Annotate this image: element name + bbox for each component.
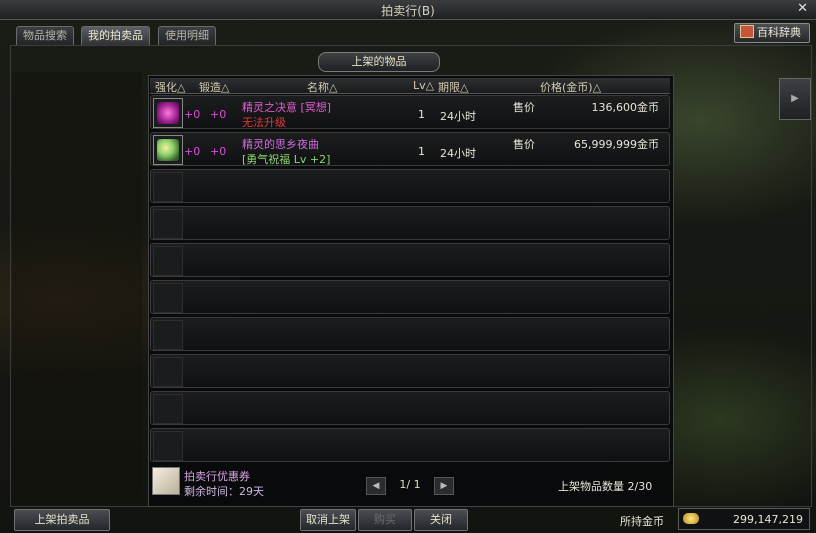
next-page-button[interactable]: ▶	[434, 477, 454, 495]
list-item-button[interactable]: 上架拍卖品	[14, 509, 110, 531]
empty-listing-row	[150, 354, 670, 388]
header-name[interactable]: 名称△	[307, 79, 337, 95]
listing-row[interactable]: +0 +0 精灵之决意 [冥想] 无法升级 1 24小时 售价 136,600金…	[150, 95, 670, 129]
empty-listing-row	[150, 428, 670, 462]
item-forge: +0	[210, 108, 227, 121]
prev-page-button[interactable]: ◀	[366, 477, 386, 495]
tab-usage-details[interactable]: 使用明细	[158, 26, 216, 45]
listing-count: 上架物品数量 2/30	[558, 480, 653, 493]
listing-row[interactable]: +0 +0 精灵的思乡夜曲 [勇气祝福 Lv +2] 1 24小时 售价 65,…	[150, 132, 670, 166]
gold-display: 299,147,219	[678, 508, 810, 530]
gold-amount: 299,147,219	[733, 513, 803, 526]
coupon-remaining: 剩余时间：29天	[184, 485, 264, 498]
header-period[interactable]: 期限△	[438, 79, 468, 95]
empty-listing-row	[150, 391, 670, 425]
cancel-listing-button[interactable]: 取消上架	[300, 509, 356, 531]
item-subtext: [勇气祝福 Lv +2]	[242, 153, 331, 166]
coupon-icon[interactable]	[152, 467, 180, 495]
item-slot	[153, 98, 183, 128]
empty-listing-row	[150, 280, 670, 314]
item-name: 精灵的思乡夜曲	[242, 138, 319, 151]
item-slot	[153, 246, 183, 276]
spirit-nocturne-icon	[157, 139, 179, 161]
item-price: 136,600金币	[591, 101, 660, 114]
empty-listing-row	[150, 317, 670, 351]
wiki-button-label: 百科辞典	[757, 26, 801, 39]
close-button[interactable]: 关闭	[414, 509, 468, 531]
item-slot	[153, 394, 183, 424]
empty-listing-row	[150, 206, 670, 240]
item-level: 1	[418, 145, 425, 158]
tab-item-search[interactable]: 物品搜索	[16, 26, 74, 45]
item-slot	[153, 135, 183, 165]
spirit-resolve-icon	[157, 102, 179, 124]
item-slot	[153, 357, 183, 387]
empty-listing-row	[150, 243, 670, 277]
listing-table-header: 强化△ 锻造△ 名称△ Lv△ 期限△ 价格(金币)△	[150, 78, 670, 94]
buy-button[interactable]: 购买	[358, 509, 412, 531]
item-name: 精灵之决意 [冥想]	[242, 101, 332, 114]
item-slot	[153, 283, 183, 313]
tab-my-auctions[interactable]: 我的拍卖品	[81, 26, 150, 45]
empty-listing-row	[150, 169, 670, 203]
item-period: 24小时	[440, 147, 476, 160]
item-slot	[153, 320, 183, 350]
item-enhance: +0	[184, 145, 201, 158]
section-label: 上架的物品	[318, 52, 440, 72]
item-slot	[153, 431, 183, 461]
book-icon	[740, 25, 754, 38]
gold-coin-icon	[683, 513, 699, 524]
page-indicator: 1/ 1	[399, 478, 421, 491]
wiki-button[interactable]: 百科辞典	[734, 23, 810, 43]
item-slot	[153, 209, 183, 239]
item-subtext: 无法升级	[242, 116, 286, 129]
window-title: 拍卖行(B)	[381, 4, 435, 18]
gold-label: 所持金币	[620, 515, 664, 528]
pager: ◀ 1/ 1 ▶	[366, 477, 454, 495]
item-level: 1	[418, 108, 425, 121]
coupon-title: 拍卖行优惠券	[184, 470, 250, 483]
window-titlebar: 拍卖行(B) ✕	[0, 0, 816, 20]
header-enhance[interactable]: 强化△	[155, 79, 185, 95]
item-enhance: +0	[184, 108, 201, 121]
close-icon[interactable]: ✕	[797, 1, 808, 16]
item-price-label: 售价	[513, 138, 535, 151]
side-arrow-button[interactable]: ▶	[779, 78, 811, 120]
header-price[interactable]: 价格(金币)△	[540, 79, 601, 95]
item-period: 24小时	[440, 110, 476, 123]
item-forge: +0	[210, 145, 227, 158]
header-level[interactable]: Lv△	[413, 79, 434, 92]
item-price: 65,999,999金币	[574, 138, 659, 151]
item-slot	[153, 172, 183, 202]
header-forge[interactable]: 锻造△	[199, 79, 229, 95]
item-price-label: 售价	[513, 101, 535, 114]
